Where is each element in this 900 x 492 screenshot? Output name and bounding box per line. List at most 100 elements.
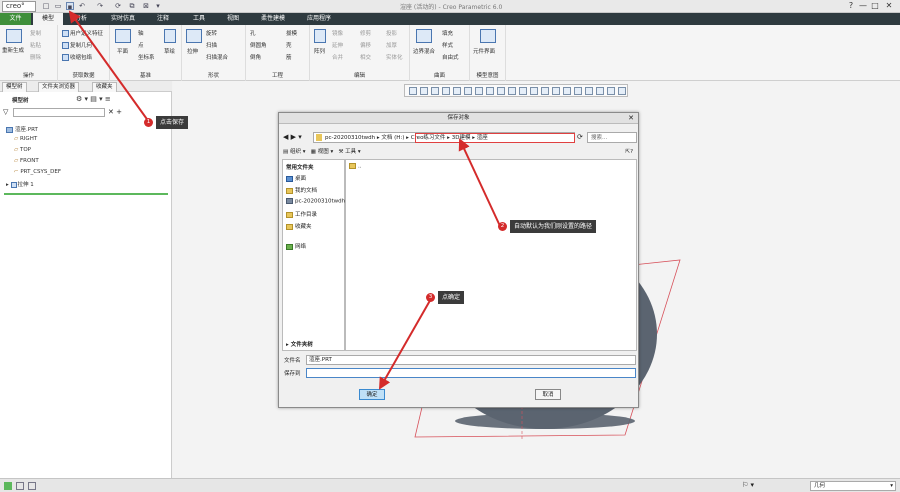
insert-indicator[interactable] <box>4 193 168 195</box>
undo-icon[interactable]: ↶ <box>78 2 86 10</box>
tab-flexible-modeling[interactable]: 柔性建模 <box>254 13 292 25</box>
path-segment[interactable]: pc-20200310twdh <box>325 135 375 141</box>
tab-model-tree[interactable]: 模型树 <box>2 82 27 92</box>
solidify-button[interactable]: 实体化 <box>386 53 403 61</box>
udf-button[interactable]: 用户定义特征 <box>62 29 103 37</box>
save-to-field[interactable] <box>306 368 636 378</box>
path-segment[interactable]: 文档 (H:) <box>381 135 404 141</box>
tree-item-part[interactable]: 渲座.PRT <box>6 125 38 133</box>
saved-orientations-icon[interactable] <box>475 87 483 95</box>
help-icon[interactable]: ? <box>846 1 856 11</box>
filename-field[interactable]: 渲座.PRT <box>306 355 636 365</box>
pattern-button[interactable]: 阵列 <box>314 47 325 55</box>
nav-desktop[interactable]: 桌面 <box>286 174 306 182</box>
nav-computer[interactable]: pc-20200310twdh <box>286 198 345 205</box>
browser-toggle-icon[interactable] <box>16 482 24 490</box>
tree-settings-icon[interactable]: ⚙ ▾ ▤ ▾ ≡ <box>76 95 111 103</box>
intersect-button[interactable]: 相交 <box>360 53 371 61</box>
tab-analysis[interactable]: 分析 <box>66 13 96 25</box>
copy-geometry-button[interactable]: 复制几何 <box>62 41 92 49</box>
zoom-in-icon[interactable] <box>420 87 428 95</box>
plane-display-icon[interactable] <box>530 87 538 95</box>
model-display-icon[interactable] <box>618 87 626 95</box>
mirror-button[interactable]: 镜像 <box>332 29 343 37</box>
open-file-icon[interactable]: ▭ <box>54 2 62 10</box>
tab-annotate[interactable]: 注释 <box>148 13 178 25</box>
customize-toolbar-icon[interactable]: ▾ <box>154 2 162 10</box>
tree-item-right[interactable]: ▱ RIGHT <box>14 136 37 142</box>
perspective-icon[interactable] <box>453 87 461 95</box>
spin-center-icon[interactable] <box>574 87 582 95</box>
tree-item-top[interactable]: ▱ TOP <box>14 147 31 153</box>
boundary-blend-button[interactable]: 边界混合 <box>413 47 435 55</box>
paste-button[interactable]: 粘贴 <box>30 41 41 49</box>
selection-mode-icon[interactable]: ⚐ ▾ <box>742 481 754 489</box>
refit-icon[interactable] <box>409 87 417 95</box>
search-icon[interactable]: ✕ + <box>108 108 122 116</box>
component-interface-icon[interactable] <box>480 29 496 43</box>
tab-model[interactable]: 模型 <box>33 13 63 25</box>
parent-folder-item[interactable]: .. <box>349 163 362 170</box>
tree-item-csys[interactable]: ⌐ PRT_CSYS_DEF <box>14 169 61 175</box>
tab-favorites[interactable]: 收藏夹 <box>92 82 117 92</box>
trim-button[interactable]: 修剪 <box>360 29 371 37</box>
views-menu[interactable]: ▦ 视图 ▾ <box>311 149 333 155</box>
swept-blend-button[interactable]: 扫描混合 <box>206 53 228 61</box>
close-button[interactable]: ✕ <box>884 1 894 11</box>
nav-working-directory[interactable]: 工作目录 <box>286 210 317 218</box>
regenerate-icon[interactable]: ⟳ <box>114 2 122 10</box>
point-display-icon[interactable] <box>552 87 560 95</box>
draft-button[interactable]: 拔模 <box>286 29 297 37</box>
merge-button[interactable]: 合并 <box>332 53 343 61</box>
tab-applications[interactable]: 应用程序 <box>300 13 338 25</box>
help-icon[interactable]: ⇱? <box>625 147 633 157</box>
tree-search-input[interactable] <box>13 108 105 117</box>
measure-icon[interactable] <box>607 87 615 95</box>
sketch-icon[interactable] <box>164 29 176 43</box>
round-button[interactable]: 倒圆角 <box>250 41 267 49</box>
fullscreen-icon[interactable] <box>28 482 36 490</box>
chamfer-button[interactable]: 倒角 <box>250 53 261 61</box>
project-button[interactable]: 投影 <box>386 29 397 37</box>
extrude-button[interactable]: 拉伸 <box>187 47 198 55</box>
folder-tree-toggle[interactable]: ▸ 文件夹树 <box>286 340 313 348</box>
file-list[interactable]: .. <box>345 159 637 351</box>
back-forward-icon[interactable]: ◀ ▶ ▾ <box>283 133 302 141</box>
window-icon[interactable]: ⧉ <box>128 2 136 10</box>
refresh-icon[interactable]: ⟳ <box>577 133 583 141</box>
fill-button[interactable]: 填充 <box>442 29 453 37</box>
style-button[interactable]: 样式 <box>442 41 453 49</box>
regenerate-button[interactable]: 重新生成 <box>2 46 24 54</box>
regenerate-icon[interactable] <box>6 29 22 43</box>
plane-button[interactable]: 平面 <box>117 47 128 55</box>
ok-button[interactable]: 确定 <box>359 389 385 400</box>
new-file-icon[interactable]: □ <box>42 2 50 10</box>
boundary-blend-icon[interactable] <box>416 29 432 43</box>
redo-icon[interactable]: ↷ <box>96 2 104 10</box>
component-interface-button[interactable]: 元件界面 <box>473 47 495 55</box>
nav-favorites[interactable]: 收藏夹 <box>286 222 312 230</box>
nav-my-documents[interactable]: 我的文档 <box>286 186 317 194</box>
named-view-icon[interactable] <box>596 87 604 95</box>
filter-icon[interactable]: ▽ <box>3 108 11 116</box>
thicken-button[interactable]: 加厚 <box>386 41 397 49</box>
repaint-icon[interactable] <box>442 87 450 95</box>
nav-network[interactable]: 网络 <box>286 242 306 250</box>
csys-display-icon[interactable] <box>563 87 571 95</box>
tab-live-simulation[interactable]: 实时仿真 <box>104 13 142 25</box>
minimize-button[interactable]: — <box>858 1 868 11</box>
view-manager-icon[interactable] <box>486 87 494 95</box>
save-icon[interactable]: ▪ <box>66 2 74 11</box>
offset-button[interactable]: 偏移 <box>360 41 371 49</box>
rib-button[interactable]: 筋 <box>286 53 292 61</box>
close-icon[interactable]: ✕ <box>628 113 634 124</box>
sketch-button[interactable]: 草绘 <box>164 47 175 55</box>
maximize-button[interactable]: □ <box>870 1 880 11</box>
extend-button[interactable]: 延伸 <box>332 41 343 49</box>
axis-button[interactable]: 轴 <box>138 29 144 37</box>
tree-item-extrude[interactable]: ▸ 拉伸 1 <box>6 180 34 188</box>
annotation-display-icon[interactable] <box>585 87 593 95</box>
tree-item-front[interactable]: ▱ FRONT <box>14 158 39 164</box>
navigator-toggle-icon[interactable] <box>4 482 12 490</box>
sweep-button[interactable]: 扫描 <box>206 41 217 49</box>
